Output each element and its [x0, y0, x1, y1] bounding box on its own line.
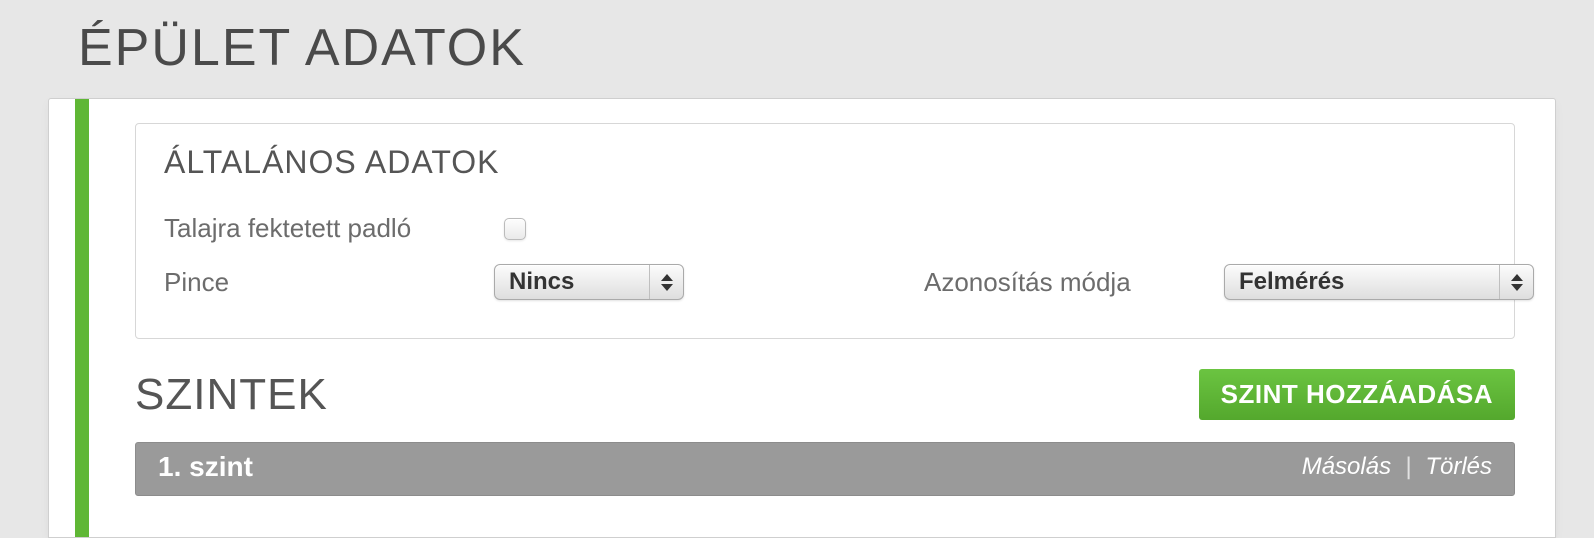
- main-panel: ÁLTALÁNOS ADATOK Talajra fektetett padló…: [48, 98, 1556, 538]
- general-data-title: ÁLTALÁNOS ADATOK: [164, 144, 1486, 181]
- level-copy-button[interactable]: Másolás: [1302, 453, 1391, 481]
- general-data-card: ÁLTALÁNOS ADATOK Talajra fektetett padló…: [135, 123, 1515, 339]
- accent-stripe: [75, 99, 89, 537]
- label-ground-floor: Talajra fektetett padló: [164, 213, 494, 244]
- row-ground-floor: Talajra fektetett padló: [164, 203, 1486, 254]
- select-identification[interactable]: Felmérés: [1224, 264, 1534, 300]
- row-cellar-identification: Pince Nincs Azonosítás módja Felmérés: [164, 254, 1486, 310]
- level-delete-button[interactable]: Törlés: [1425, 453, 1492, 481]
- checkbox-ground-floor[interactable]: [504, 218, 526, 240]
- label-identification: Azonosítás módja: [924, 267, 1224, 298]
- sort-icon: [1499, 265, 1533, 299]
- add-level-button[interactable]: SZINT HOZZÁADÁSA: [1199, 369, 1515, 420]
- page-title: ÉPÜLET ADATOK: [0, 0, 1594, 98]
- level-row[interactable]: 1. szint Másolás | Törlés: [135, 442, 1515, 496]
- level-actions: Másolás | Törlés: [1302, 453, 1492, 481]
- select-cellar[interactable]: Nincs: [494, 264, 684, 300]
- label-cellar: Pince: [164, 267, 494, 298]
- separator: |: [1405, 453, 1411, 481]
- select-cellar-value: Nincs: [495, 265, 649, 299]
- levels-title: SZINTEK: [135, 370, 328, 420]
- level-name: 1. szint: [158, 451, 253, 483]
- select-identification-value: Felmérés: [1225, 265, 1499, 299]
- sort-icon: [649, 265, 683, 299]
- levels-header: SZINTEK SZINT HOZZÁADÁSA: [135, 369, 1515, 420]
